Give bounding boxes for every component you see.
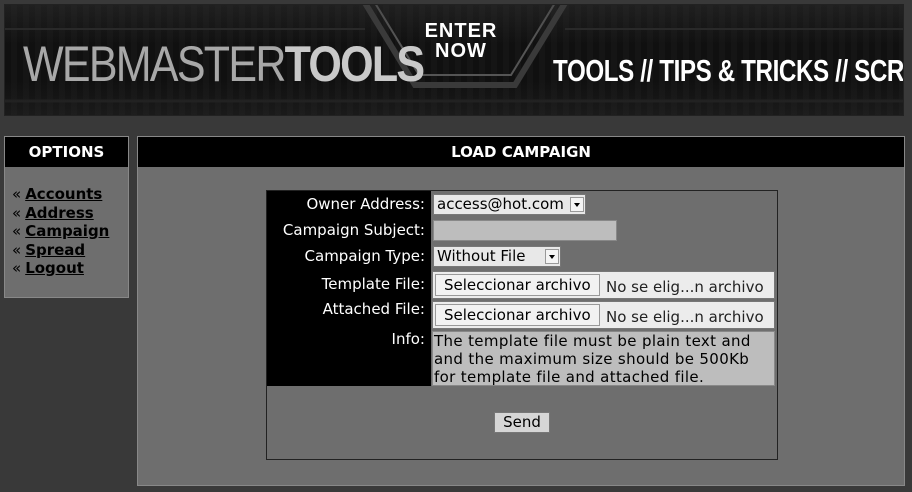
campaign-type-label: Campaign Type: [304,247,425,265]
attached-file-label: Attached File: [322,300,425,318]
options-title: OPTIONS [5,137,128,167]
template-file-status: No se elig...n archivo [606,278,764,296]
template-file-label: Template File: [321,275,425,293]
options-menu: «Accounts «Address «Campaign «Spread «Lo… [5,167,128,278]
options-panel: OPTIONS «Accounts «Address «Campaign «Sp… [4,136,129,298]
owner-address-label: Owner Address: [306,195,425,213]
owner-address-select[interactable]: access@hot.com [433,194,586,215]
site-logo: WEBMASTERTOOLS [23,36,425,92]
menu-item-spread: «Spread [12,240,86,259]
enter-now-link[interactable]: ENTER NOW [415,21,507,61]
template-file-button[interactable]: Seleccionar archivo [435,274,600,296]
menu-item-logout: «Logout [12,259,84,277]
page-title: LOAD CAMPAIGN [138,137,904,167]
load-campaign-form: Owner Address: Campaign Subject: Campaig… [266,190,778,460]
campaign-subject-input[interactable] [433,220,617,241]
chevron-down-icon [570,197,584,212]
form-labels-column: Owner Address: Campaign Subject: Campaig… [267,191,431,386]
banner-tagline: TOOLS // TIPS & TRICKS // SCRIPTS [553,53,904,88]
form-values-column: access@hot.com Without File Seleccionar … [431,191,777,386]
template-file-field: Seleccionar archivo No se elig...n archi… [432,271,775,299]
campaign-subject-label: Campaign Subject: [282,221,425,239]
attached-file-button[interactable]: Seleccionar archivo [435,304,600,326]
address-link[interactable]: Address [25,204,94,222]
campaign-link[interactable]: Campaign [25,222,109,240]
attached-file-status: No se elig...n archivo [606,308,764,326]
logout-link[interactable]: Logout [25,259,84,277]
menu-item-address: «Address [12,203,94,222]
menu-item-accounts: «Accounts [12,185,103,203]
chevron-down-icon [545,249,559,264]
accounts-link[interactable]: Accounts [25,185,102,203]
campaign-type-value: Without File [437,247,526,265]
attached-file-field: Seleccionar archivo No se elig...n archi… [432,301,775,329]
campaign-type-select[interactable]: Without File [433,246,561,267]
header-banner: WEBMASTERTOOLS ENTER NOW TOOLS // TIPS &… [4,4,904,116]
menu-item-campaign: «Campaign [12,222,110,240]
load-campaign-panel: LOAD CAMPAIGN Owner Address: Campaign Su… [137,136,905,486]
info-text: The template file must be plain text and… [432,331,775,386]
send-button[interactable]: Send [494,412,550,433]
info-label: Info: [391,330,425,348]
owner-address-value: access@hot.com [437,195,564,213]
spread-link[interactable]: Spread [25,241,85,259]
